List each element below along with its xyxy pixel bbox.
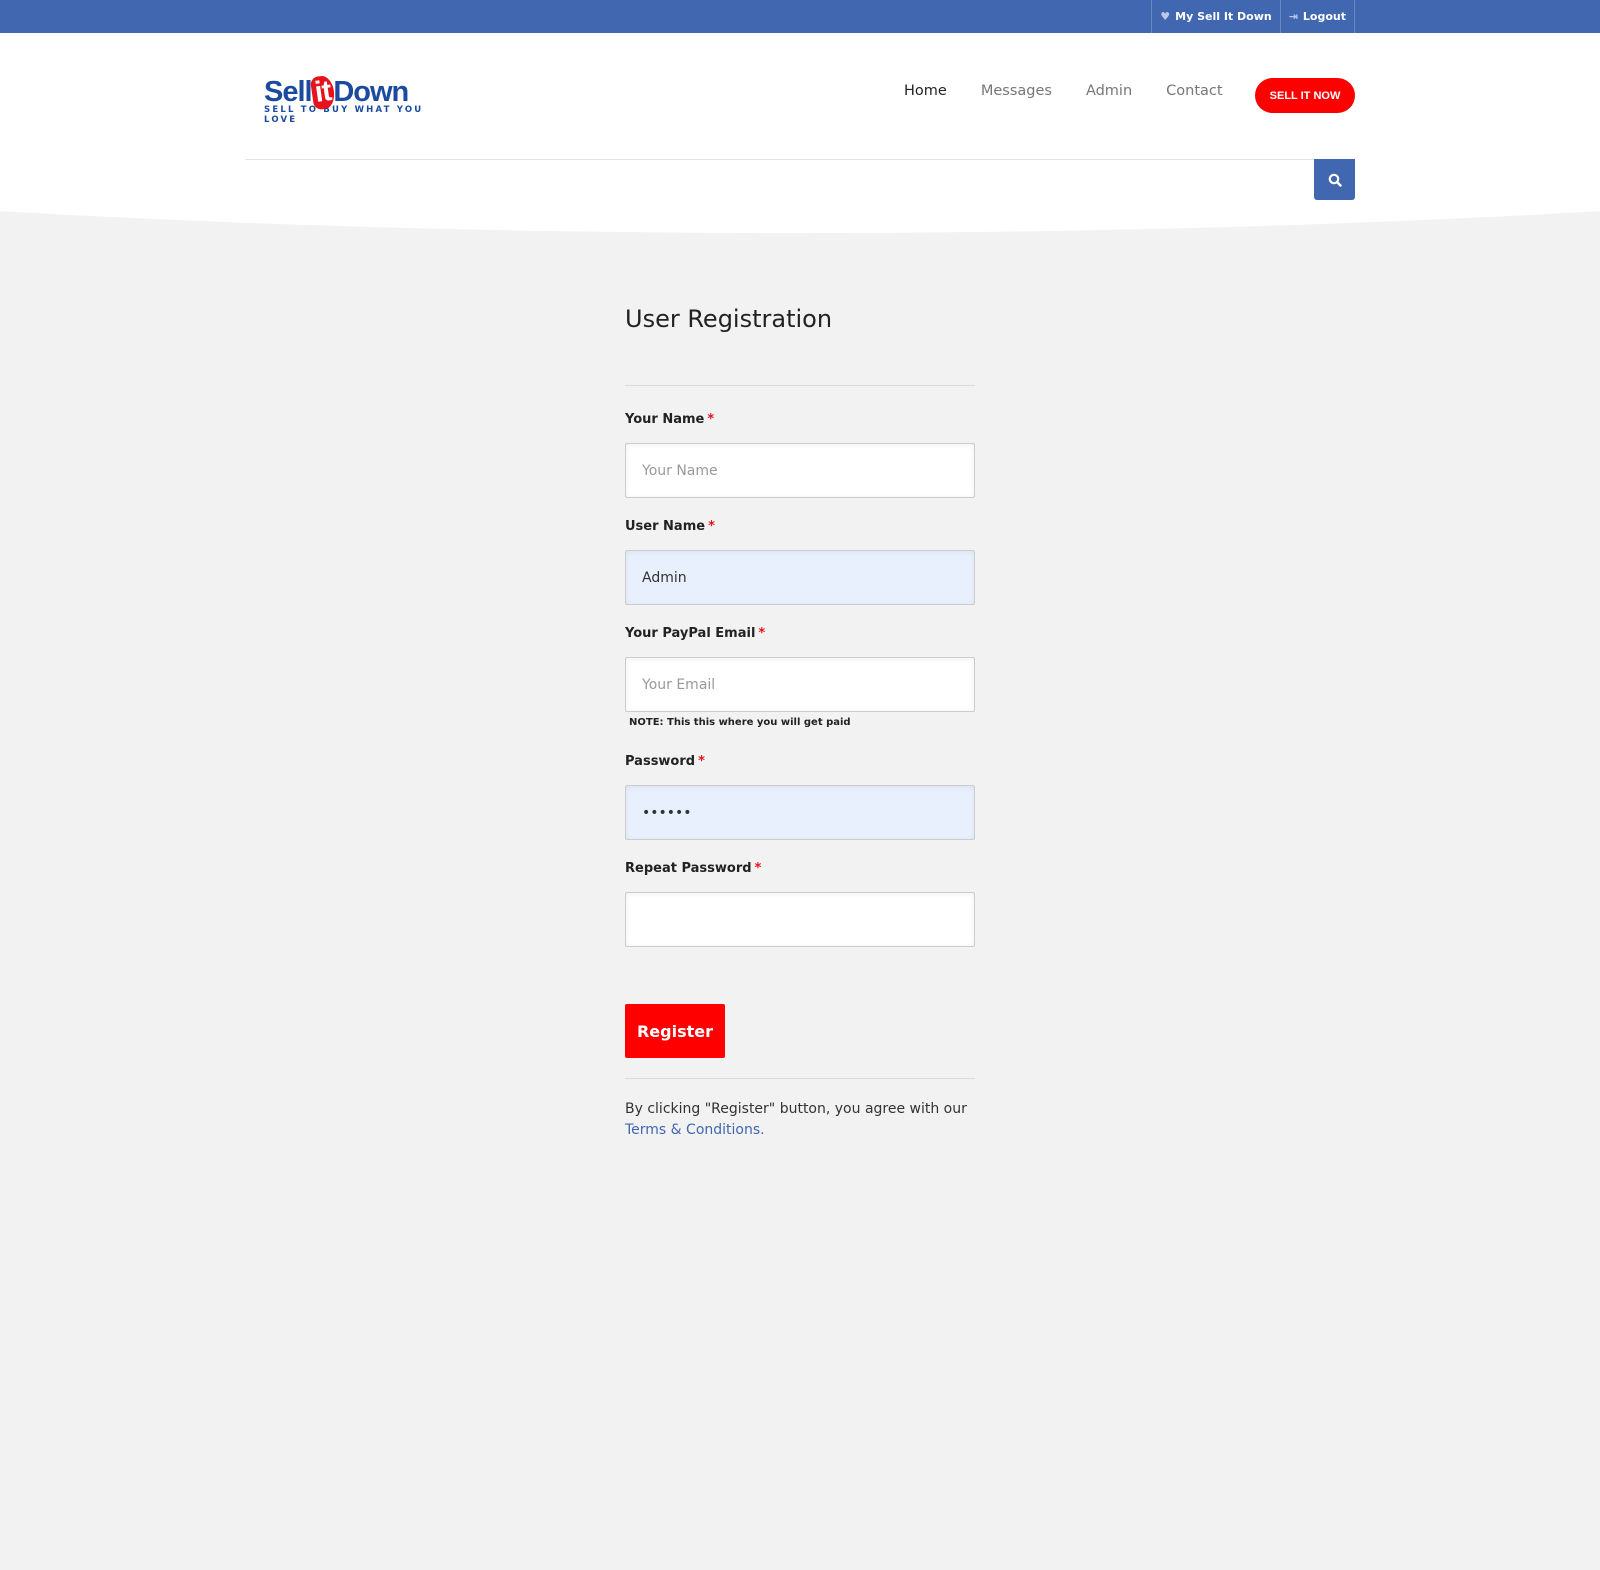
sell-it-now-button[interactable]: SELL IT NOW [1255,78,1355,113]
terms-agreement: By clicking "Register" button, you agree… [625,1101,967,1138]
search-button[interactable] [1314,159,1355,200]
logout-link[interactable]: ⇥ Logout [1281,0,1355,33]
search-icon [1328,173,1342,187]
top-bar: ♥ My Sell It Down ⇥ Logout [0,0,1600,33]
nav-admin[interactable]: Admin [1086,83,1132,99]
divider [625,385,975,386]
user-name-input[interactable] [625,550,975,605]
terms-link[interactable]: Terms & Conditions. [625,1122,765,1138]
paypal-email-label: Your PayPal Email * [625,626,766,641]
password-input[interactable] [625,785,975,840]
your-name-input[interactable] [625,443,975,498]
your-name-label: Your Name * [625,412,715,427]
logo[interactable]: SellitDown SELL TO BUY WHAT YOU LOVE [264,74,444,126]
nav-contact[interactable]: Contact [1166,83,1222,99]
heart-icon: ♥ [1160,10,1171,23]
my-account-link[interactable]: ♥ My Sell It Down [1152,0,1281,33]
paypal-email-input[interactable] [625,657,975,712]
page-title: User Registration [625,305,833,333]
email-note: NOTE: This this where you will get paid [629,717,851,728]
site-header [0,33,1600,233]
header-divider [245,159,1315,160]
password-label: Password * [625,754,705,769]
nav-messages[interactable]: Messages [981,83,1052,99]
main-nav: Home Messages Admin Contact [904,83,1223,99]
divider [625,1078,975,1079]
sign-out-icon: ⇥ [1288,10,1298,23]
repeat-password-input[interactable] [625,892,975,947]
nav-home[interactable]: Home [904,83,947,99]
user-name-label: User Name * [625,519,715,534]
repeat-password-label: Repeat Password * [625,861,762,876]
register-button[interactable]: Register [625,1004,725,1058]
